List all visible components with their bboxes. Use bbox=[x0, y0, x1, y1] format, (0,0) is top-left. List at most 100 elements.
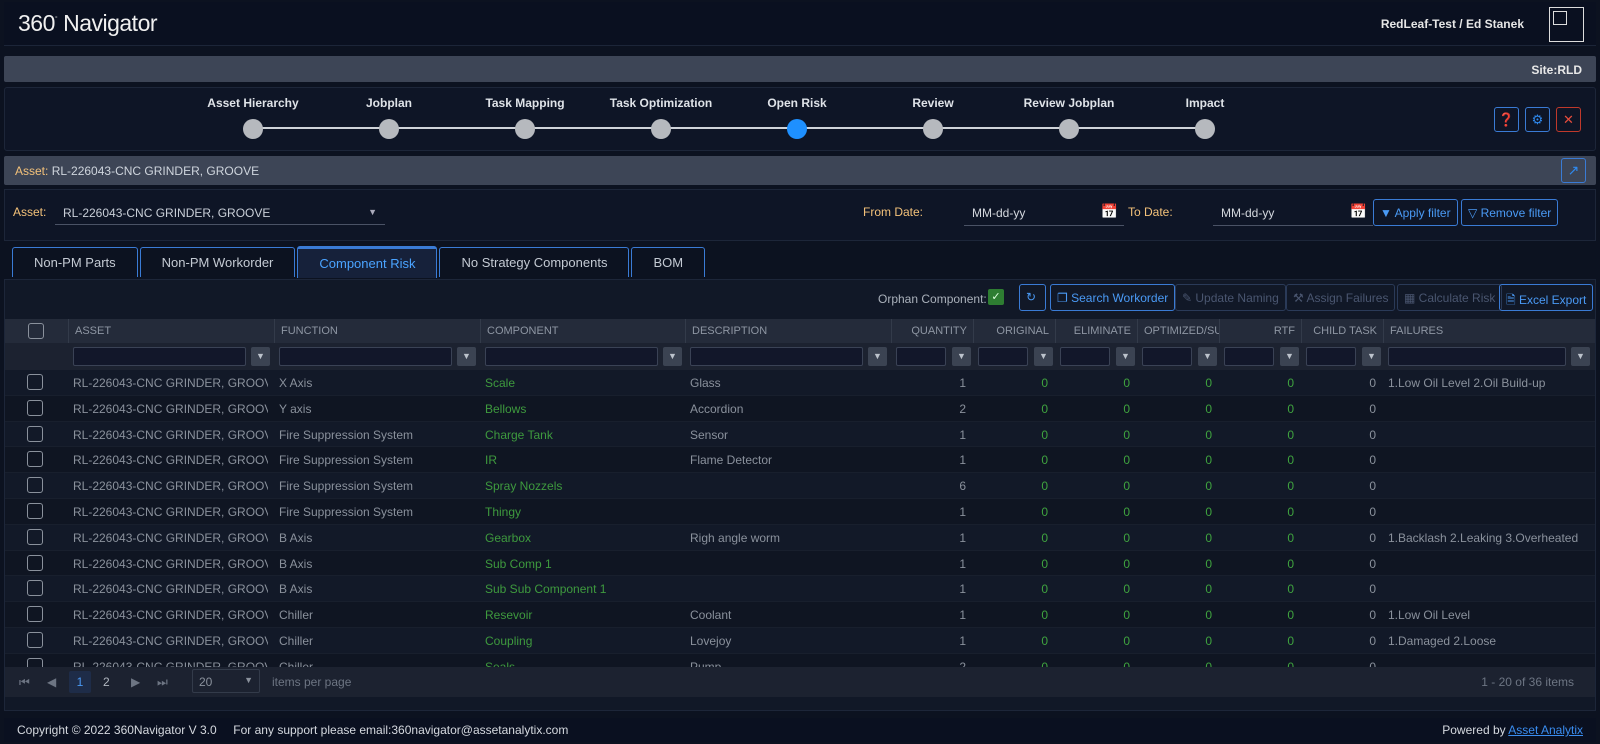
last-page-icon[interactable]: ⏭ bbox=[157, 675, 168, 690]
step-review-jobplan[interactable]: Review Jobplan bbox=[999, 96, 1139, 139]
column-header-original[interactable]: ORIGINAL bbox=[973, 319, 1055, 343]
app-logo[interactable]: 360° Navigator bbox=[18, 10, 158, 37]
column-header-child-task[interactable]: CHILD TASK bbox=[1301, 319, 1383, 343]
step-task-mapping[interactable]: Task Mapping bbox=[455, 96, 595, 139]
table-row[interactable]: RL-226043-CNC GRINDER, GROOVE Chiller Coup… bbox=[5, 627, 1595, 654]
table-row[interactable]: RL-226043-CNC GRINDER, GROOVE B Axis Sub C… bbox=[5, 550, 1595, 577]
filter-icon[interactable]: ▼ bbox=[1362, 347, 1381, 366]
tab-non-pm-parts[interactable]: Non-PM Parts bbox=[12, 247, 138, 277]
settings-button[interactable]: ⚙ bbox=[1525, 107, 1550, 132]
step-review[interactable]: Review bbox=[863, 96, 1003, 139]
close-button[interactable]: ✕ bbox=[1556, 107, 1581, 132]
avatar[interactable] bbox=[1549, 7, 1584, 42]
quantity-filter-input[interactable] bbox=[896, 347, 946, 366]
select-all-checkbox[interactable] bbox=[28, 323, 44, 339]
step-asset-hierarchy[interactable]: Asset Hierarchy bbox=[183, 96, 323, 139]
assign-failures-button[interactable]: ⚒ Assign Failures bbox=[1286, 284, 1396, 311]
tab-no-strategy-components[interactable]: No Strategy Components bbox=[439, 247, 630, 277]
row-checkbox[interactable] bbox=[27, 528, 43, 545]
asset-select[interactable]: RL-226043-CNC GRINDER, GROOVE ▼ bbox=[55, 199, 385, 225]
row-checkbox[interactable] bbox=[27, 554, 43, 571]
filter-icon[interactable]: ▼ bbox=[1198, 347, 1217, 366]
calculate-risk-button[interactable]: ▦ Calculate Risk bbox=[1397, 284, 1503, 311]
calendar-icon[interactable]: 📅 bbox=[1350, 203, 1367, 220]
filter-icon[interactable]: ▼ bbox=[868, 347, 887, 366]
column-header-function[interactable]: FUNCTION bbox=[274, 319, 480, 343]
update-naming-button[interactable]: ✎ Update Naming bbox=[1175, 284, 1286, 311]
description-filter-input[interactable] bbox=[690, 347, 863, 366]
column-header-optimized[interactable]: OPTIMIZED/SU bbox=[1137, 319, 1219, 343]
remove-filter-button[interactable]: ▽ Remove filter bbox=[1461, 199, 1559, 226]
component-filter-input[interactable] bbox=[485, 347, 658, 366]
eliminate-filter-input[interactable] bbox=[1060, 347, 1110, 366]
open-external-button[interactable]: ↗ bbox=[1561, 158, 1586, 183]
prev-page-icon[interactable]: ◀ bbox=[47, 675, 56, 689]
table-row[interactable]: RL-226043-CNC GRINDER, GROOVE Fire Suppre… bbox=[5, 421, 1595, 448]
first-page-icon[interactable]: ⏮ bbox=[19, 675, 30, 690]
step-jobplan[interactable]: Jobplan bbox=[319, 96, 459, 139]
tab-component-risk[interactable]: Component Risk bbox=[297, 246, 438, 278]
table-row[interactable]: RL-226043-CNC GRINDER, GROOVE Y axis Bello… bbox=[5, 395, 1595, 422]
to-date-input[interactable]: MM-dd-yy 📅 bbox=[1213, 199, 1373, 226]
rtf-filter-input[interactable] bbox=[1224, 347, 1274, 366]
table-row[interactable]: RL-226043-CNC GRINDER, GROOVE B Axis Gearb… bbox=[5, 524, 1595, 551]
asset-analytix-link[interactable]: Asset Analytix bbox=[1508, 723, 1583, 737]
step-open-risk[interactable]: Open Risk bbox=[727, 96, 867, 139]
failures-filter-input[interactable] bbox=[1388, 347, 1566, 366]
step-task-optimization[interactable]: Task Optimization bbox=[591, 96, 731, 139]
cell-optimized: 0 bbox=[1205, 633, 1212, 648]
column-header-failures[interactable]: FAILURES bbox=[1383, 319, 1595, 343]
row-checkbox[interactable] bbox=[27, 477, 43, 494]
filter-icon[interactable]: ▼ bbox=[1116, 347, 1135, 366]
table-row[interactable]: RL-226043-CNC GRINDER, GROOVE Chiller Rese… bbox=[5, 602, 1595, 628]
filter-icon[interactable]: ▼ bbox=[1280, 347, 1299, 366]
orphan-component-checkbox[interactable]: ✓ bbox=[988, 289, 1004, 305]
column-header-rtf[interactable]: RTF bbox=[1219, 319, 1301, 343]
table-row[interactable]: RL-226043-CNC GRINDER, GROOVE Fire Suppre… bbox=[5, 473, 1595, 499]
tab-bom[interactable]: BOM bbox=[631, 247, 706, 277]
cell-eliminate: 0 bbox=[1123, 633, 1130, 648]
calendar-icon[interactable]: 📅 bbox=[1101, 203, 1118, 220]
column-header-eliminate[interactable]: ELIMINATE bbox=[1055, 319, 1137, 343]
row-checkbox[interactable] bbox=[27, 451, 43, 468]
asset-filter-input[interactable] bbox=[73, 347, 246, 366]
page-size-select[interactable]: 20 ▼ bbox=[192, 669, 260, 693]
function-filter-input[interactable] bbox=[279, 347, 452, 366]
page-2-button[interactable]: 2 bbox=[103, 675, 110, 689]
row-checkbox[interactable] bbox=[27, 425, 43, 442]
table-row[interactable]: RL-226043-CNC GRINDER, GROOVE Fire Suppre… bbox=[5, 447, 1595, 474]
row-checkbox[interactable] bbox=[27, 580, 43, 597]
original-filter-input[interactable] bbox=[978, 347, 1028, 366]
table-row[interactable]: RL-226043-CNC GRINDER, GROOVE Fire Suppre… bbox=[5, 498, 1595, 525]
row-checkbox[interactable] bbox=[27, 502, 43, 519]
row-checkbox[interactable] bbox=[27, 374, 43, 390]
column-header-quantity[interactable]: QUANTITY bbox=[891, 319, 973, 343]
page-1-button[interactable]: 1 bbox=[69, 671, 91, 693]
excel-export-button[interactable]: 🗎 Excel Export bbox=[1499, 284, 1594, 311]
filter-icon[interactable]: ▼ bbox=[952, 347, 971, 366]
apply-filter-button[interactable]: ▼ Apply filter bbox=[1373, 199, 1458, 226]
table-row[interactable]: RL-226043-CNC GRINDER, GROOVE X Axis Scale… bbox=[5, 370, 1595, 396]
user-name[interactable]: RedLeaf-Test / Ed Stanek bbox=[1381, 17, 1524, 31]
row-checkbox[interactable] bbox=[27, 631, 43, 648]
step-impact[interactable]: Impact bbox=[1135, 96, 1275, 139]
filter-icon[interactable]: ▼ bbox=[457, 347, 476, 366]
tab-non-pm-workorder[interactable]: Non-PM Workorder bbox=[139, 247, 296, 277]
table-row[interactable]: RL-226043-CNC GRINDER, GROOVE B Axis Sub S… bbox=[5, 576, 1595, 603]
next-page-icon[interactable]: ▶ bbox=[131, 675, 140, 689]
refresh-button[interactable]: ↻ bbox=[1019, 284, 1046, 311]
column-header-asset[interactable]: ASSET bbox=[68, 319, 274, 343]
filter-icon[interactable]: ▼ bbox=[1034, 347, 1053, 366]
row-checkbox[interactable] bbox=[27, 606, 43, 623]
from-date-input[interactable]: MM-dd-yy 📅 bbox=[964, 199, 1124, 226]
help-button[interactable]: ❓ bbox=[1494, 107, 1519, 132]
optimized-filter-input[interactable] bbox=[1142, 347, 1192, 366]
filter-icon[interactable]: ▼ bbox=[251, 347, 270, 366]
filter-icon[interactable]: ▼ bbox=[663, 347, 682, 366]
search-workorder-button[interactable]: ❐ Search Workorder bbox=[1050, 284, 1176, 311]
child-task-filter-input[interactable] bbox=[1306, 347, 1356, 366]
filter-icon[interactable]: ▼ bbox=[1571, 347, 1590, 366]
column-header-description[interactable]: DESCRIPTION bbox=[685, 319, 891, 343]
column-header-component[interactable]: COMPONENT bbox=[480, 319, 685, 343]
row-checkbox[interactable] bbox=[27, 399, 43, 416]
